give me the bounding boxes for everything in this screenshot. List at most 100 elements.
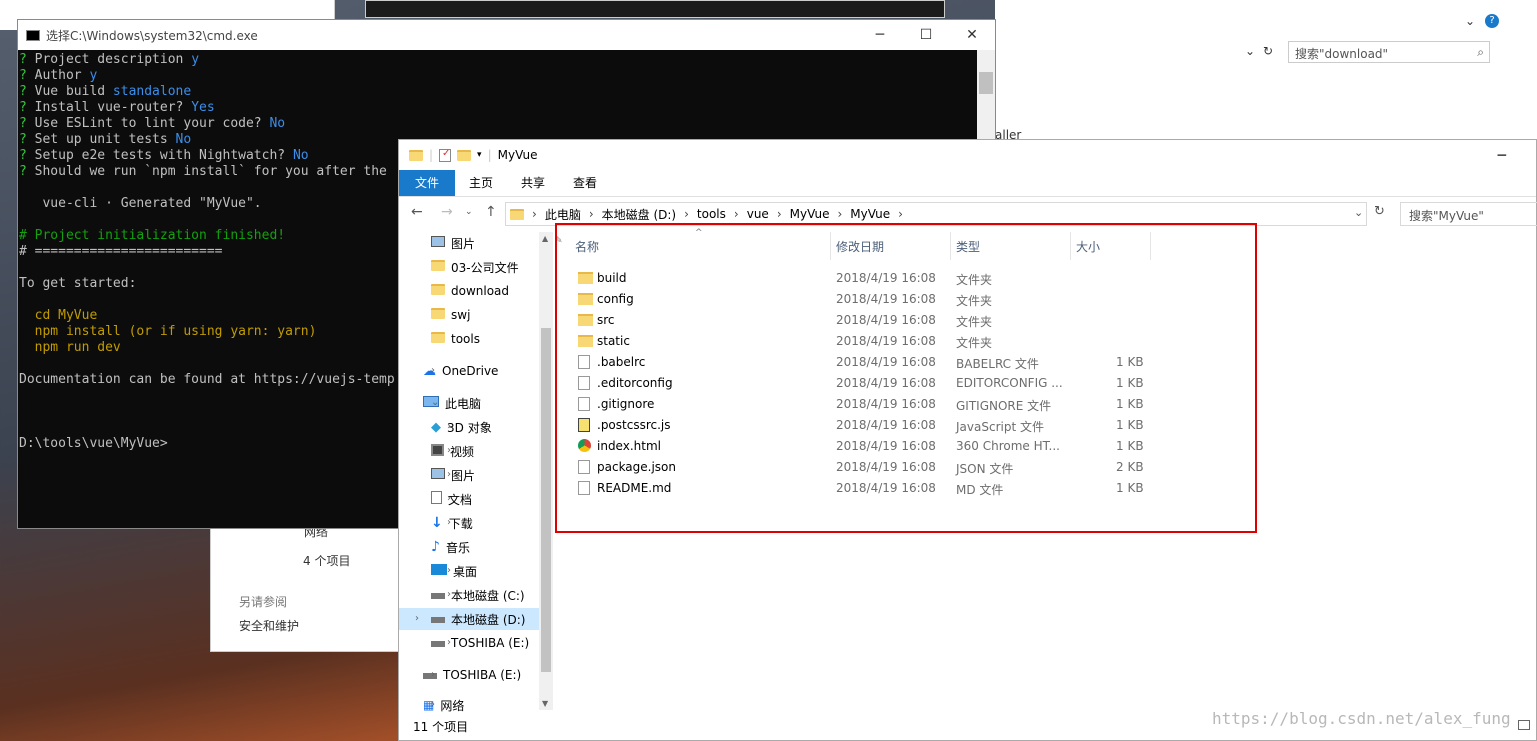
nav-label: 网络 bbox=[440, 698, 465, 713]
details-view-icon[interactable] bbox=[1518, 720, 1530, 730]
chevron-down-icon[interactable]: ⌄ bbox=[1465, 14, 1475, 28]
nav-item-e-drive[interactable]: › TOSHIBA (E:) bbox=[431, 632, 529, 654]
nav-item-this-pc[interactable]: ⌄ 此电脑 bbox=[423, 392, 481, 414]
nav-label: tools bbox=[451, 332, 480, 346]
chevron-right-icon[interactable]: › bbox=[431, 699, 435, 710]
tab-home[interactable]: 主页 bbox=[455, 170, 507, 196]
nav-scrollbar[interactable]: ▲ ▼ bbox=[539, 232, 553, 710]
nav-item-company-files[interactable]: 03-公司文件 bbox=[431, 256, 519, 278]
nav-item-pictures[interactable]: 图片 ✎ bbox=[431, 232, 563, 254]
search-placeholder: 搜索"download" bbox=[1295, 47, 1389, 61]
quick-access-dropdown-icon[interactable]: ▾ bbox=[477, 150, 482, 160]
nav-item-download[interactable]: download bbox=[431, 280, 509, 302]
chevron-right-icon[interactable]: › bbox=[532, 207, 537, 221]
nav-item-toshiba[interactable]: › TOSHIBA (E:) bbox=[423, 664, 521, 686]
ribbon-tabs: 文件 主页 共享 查看 bbox=[399, 170, 1536, 197]
nav-item-documents[interactable]: › 文档 bbox=[431, 488, 472, 510]
search-icon: ⌕ bbox=[1477, 45, 1484, 59]
refresh-icon[interactable]: ↻ bbox=[1263, 44, 1273, 58]
background-search-input[interactable]: 搜索"download" ⌕ bbox=[1288, 41, 1490, 63]
scrollbar-thumb[interactable] bbox=[979, 72, 993, 94]
chevron-right-icon[interactable]: › bbox=[898, 207, 903, 221]
nav-item-desktop[interactable]: › 桌面 bbox=[431, 560, 477, 582]
cmd-line: ? Project description y bbox=[19, 52, 200, 67]
nav-label: 此电脑 bbox=[445, 396, 482, 411]
search-input[interactable]: 搜索"MyVue" bbox=[1400, 202, 1537, 226]
scrollbar-thumb[interactable] bbox=[541, 328, 551, 672]
nav-label: TOSHIBA (E:) bbox=[451, 636, 530, 650]
chevron-right-icon[interactable]: › bbox=[589, 207, 594, 221]
navigation-pane[interactable]: 图片 ✎ 03-公司文件 download swj tools › ☁ OneDrive ⌄ 此电脑… bbox=[399, 232, 563, 713]
breadcrumb-myvue-inner[interactable]: MyVue bbox=[850, 207, 890, 221]
nav-item-videos[interactable]: › 视频 bbox=[431, 440, 474, 462]
drive-icon bbox=[431, 636, 445, 650]
tab-file[interactable]: 文件 bbox=[399, 170, 456, 196]
folder-icon bbox=[409, 149, 423, 161]
chevron-right-icon[interactable]: › bbox=[447, 421, 451, 432]
breadcrumb-myvue[interactable]: MyVue bbox=[790, 207, 830, 221]
cmd-title-bar[interactable]: 选择C:\Windows\system32\cmd.exe bbox=[18, 20, 995, 50]
nav-item-swj[interactable]: swj bbox=[431, 304, 470, 326]
chevron-right-icon[interactable]: › bbox=[431, 365, 435, 376]
minimize-button[interactable]: ─ bbox=[857, 20, 903, 50]
help-icon[interactable]: ? bbox=[1485, 14, 1499, 28]
chevron-right-icon[interactable]: › bbox=[447, 445, 451, 456]
nav-item-d-drive[interactable]: › 本地磁盘 (D:) bbox=[399, 608, 539, 630]
chevron-right-icon[interactable]: › bbox=[447, 469, 451, 480]
nav-item-3d-objects[interactable]: › ◆ 3D 对象 bbox=[431, 416, 492, 438]
chevron-right-icon[interactable]: › bbox=[447, 541, 451, 552]
new-folder-icon[interactable] bbox=[457, 149, 472, 161]
chevron-right-icon[interactable]: › bbox=[447, 493, 451, 504]
chevron-right-icon[interactable]: › bbox=[777, 207, 782, 221]
chevron-down-icon[interactable]: ⌄ bbox=[431, 397, 439, 408]
nav-item-network[interactable]: › ▦ 网络 bbox=[423, 694, 464, 716]
tab-view[interactable]: 查看 bbox=[559, 170, 611, 196]
nav-label: TOSHIBA (E:) bbox=[443, 668, 522, 682]
folder-icon bbox=[431, 260, 445, 274]
chevron-right-icon[interactable]: › bbox=[447, 589, 451, 600]
nav-label: 视频 bbox=[450, 444, 475, 459]
music-icon: ♪ bbox=[431, 539, 440, 555]
nav-item-c-drive[interactable]: › 本地磁盘 (C:) bbox=[431, 584, 525, 606]
address-dropdown-icon[interactable]: ⌄ bbox=[1354, 206, 1363, 219]
chevron-right-icon[interactable]: › bbox=[837, 207, 842, 221]
download-icon: ↓ bbox=[431, 515, 443, 531]
properties-icon[interactable]: ✓ bbox=[439, 148, 452, 162]
chevron-right-icon[interactable]: › bbox=[447, 637, 451, 648]
scroll-down-icon[interactable]: ▼ bbox=[542, 699, 548, 708]
nav-label: 文档 bbox=[448, 492, 473, 507]
back-arrow-icon[interactable]: ← bbox=[411, 204, 423, 220]
chevron-right-icon[interactable]: › bbox=[447, 565, 451, 576]
breadcrumb-this-pc[interactable]: 此电脑 bbox=[545, 206, 581, 223]
maximize-button[interactable]: ☐ bbox=[903, 20, 949, 50]
recent-dropdown-icon[interactable]: ⌄ bbox=[465, 207, 473, 217]
breadcrumb-tools[interactable]: tools bbox=[697, 207, 726, 221]
forward-arrow-icon[interactable]: → bbox=[441, 204, 453, 220]
close-button[interactable]: ✕ bbox=[949, 20, 995, 50]
drive-icon bbox=[431, 612, 445, 626]
security-link[interactable]: 安全和维护 bbox=[239, 617, 299, 634]
minimize-button[interactable]: ─ bbox=[1498, 148, 1506, 164]
breadcrumb-vue[interactable]: vue bbox=[747, 207, 769, 221]
chevron-right-icon[interactable]: › bbox=[431, 669, 435, 680]
nav-item-downloads[interactable]: › ↓ 下载 bbox=[431, 512, 473, 534]
nav-item-onedrive[interactable]: › ☁ OneDrive bbox=[423, 360, 498, 382]
cmd-title: 选择C:\Windows\system32\cmd.exe bbox=[46, 28, 258, 43]
up-arrow-icon[interactable]: ↑ bbox=[485, 204, 497, 220]
tab-share[interactable]: 共享 bbox=[507, 170, 559, 196]
document-icon bbox=[431, 491, 442, 507]
chevron-right-icon[interactable]: › bbox=[447, 517, 451, 528]
chevron-right-icon[interactable]: › bbox=[684, 207, 689, 221]
nav-item-music[interactable]: › ♪ 音乐 bbox=[431, 536, 470, 558]
nav-item-tools[interactable]: tools bbox=[431, 328, 480, 350]
background-window-bottom: 网络 4 个项目 另请参阅 安全和维护 bbox=[210, 520, 400, 652]
chevron-right-icon[interactable]: › bbox=[734, 207, 739, 221]
refresh-icon[interactable]: ↻ bbox=[1374, 204, 1385, 219]
status-bar: 4 个项目 bbox=[303, 554, 351, 568]
chevron-right-icon[interactable]: › bbox=[415, 613, 419, 624]
scroll-up-icon[interactable]: ▲ bbox=[542, 234, 548, 243]
explorer-title-bar[interactable]: | ✓ ▾ | MyVue ─ bbox=[399, 140, 1536, 170]
chevron-down-icon[interactable]: ⌄ bbox=[1245, 44, 1255, 58]
nav-item-pictures-pc[interactable]: › 图片 bbox=[431, 464, 475, 486]
breadcrumb-d-drive[interactable]: 本地磁盘 (D:) bbox=[602, 206, 676, 223]
